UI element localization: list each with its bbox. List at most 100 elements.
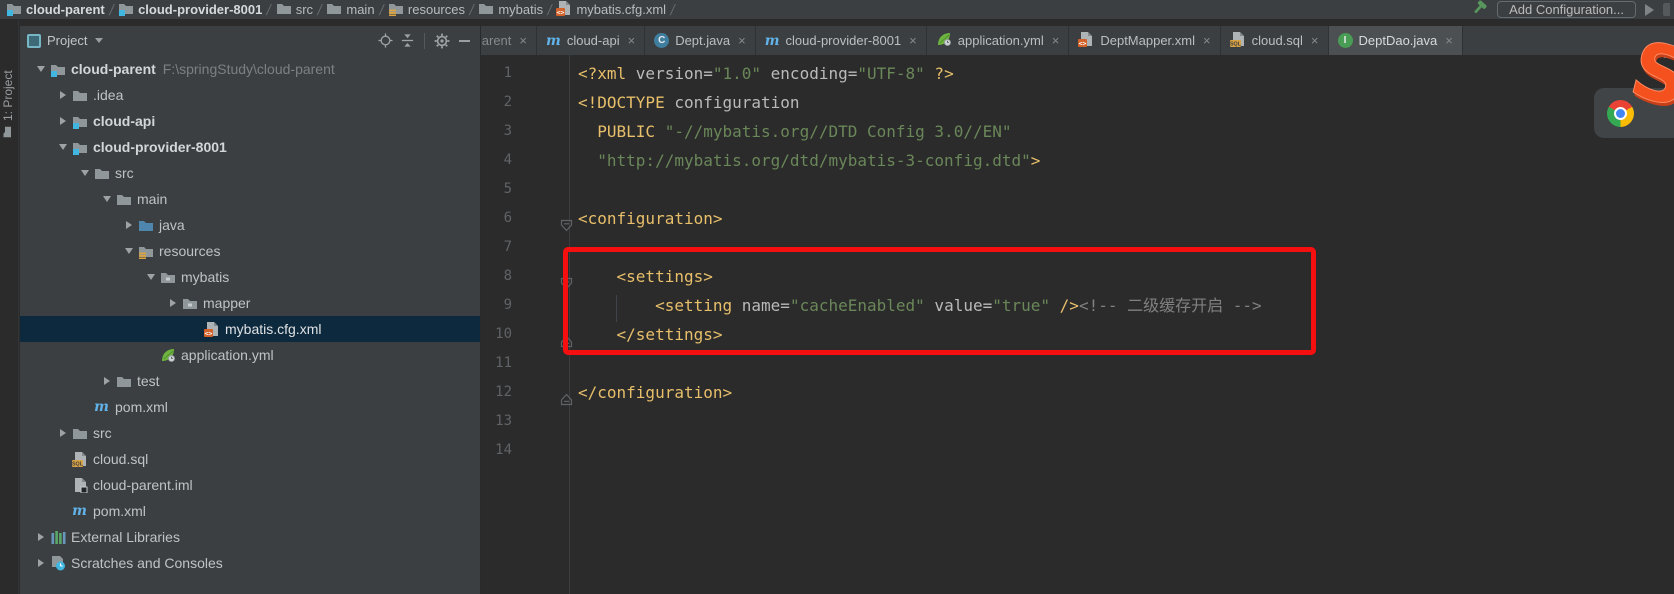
editor-tab-arent[interactable]: arent× (481, 26, 537, 55)
more-actions-icon[interactable] (1663, 3, 1670, 16)
tree-item-pom.xml[interactable]: mpom.xml (20, 394, 480, 420)
tree-item-resources[interactable]: resources (20, 238, 480, 264)
run-button[interactable] (1645, 4, 1654, 16)
expand-arrow-icon[interactable] (56, 117, 69, 125)
line-number: 9 (481, 291, 512, 320)
collapse-arrow-icon[interactable] (144, 274, 157, 280)
breadcrumb-item-mybatis[interactable]: mybatis (478, 1, 543, 18)
close-tab-icon[interactable]: × (1203, 33, 1211, 48)
tab-label: cloud-api (567, 33, 620, 48)
editor-tab-DeptMapper.xml[interactable]: <>DeptMapper.xml× (1069, 26, 1220, 55)
close-tab-icon[interactable]: × (909, 33, 917, 48)
tree-item-label: mapper (203, 295, 250, 311)
tree-item-cloud-provider-8001[interactable]: cloud-provider-8001 (20, 134, 480, 160)
expand-arrow-icon[interactable] (34, 559, 47, 567)
expand-arrow-icon[interactable] (56, 429, 69, 437)
svg-text:SQL: SQL (1230, 42, 1242, 47)
breadcrumb-item-resources[interactable]: resources (388, 1, 465, 19)
svg-text:SQL: SQL (72, 462, 84, 467)
code-line-2[interactable]: 2<!DOCTYPE configuration (481, 88, 1674, 117)
folder-icon (276, 1, 292, 18)
tree-item-application.yml[interactable]: application.yml (20, 342, 480, 368)
xml-file-icon: <> (556, 0, 572, 19)
settings-gear-icon[interactable] (434, 33, 450, 49)
breadcrumb-item-cloud-provider-8001[interactable]: cloud-provider-8001 (118, 1, 262, 19)
maven-icon: m (93, 400, 110, 414)
tree-item-cloud-api[interactable]: cloud-api (20, 108, 480, 134)
tree-item-label: cloud-provider-8001 (93, 139, 227, 155)
tree-item-Scratches and Consoles[interactable]: Scratches and Consoles (20, 550, 480, 576)
editor-tab-DeptDao.java[interactable]: IDeptDao.java× (1329, 26, 1463, 55)
editor-tab-cloud-api[interactable]: mcloud-api× (537, 26, 645, 55)
close-tab-icon[interactable]: × (628, 33, 636, 48)
tree-item-label: .idea (93, 87, 123, 103)
editor-tab-cloud.sql[interactable]: SQLcloud.sql× (1221, 26, 1329, 55)
editor-tab-cloud-provider-8001[interactable]: mcloud-provider-8001× (756, 26, 927, 55)
project-view-icon (27, 34, 41, 48)
close-tab-icon[interactable]: × (1311, 33, 1319, 48)
tree-item-mybatis.cfg.xml[interactable]: <>mybatis.cfg.xml (20, 316, 480, 342)
tree-item-cloud-parent[interactable]: cloud-parentF:\springStudy\cloud-parent (20, 56, 480, 82)
code-line-3[interactable]: 3 PUBLIC "-//mybatis.org//DTD Config 3.0… (481, 117, 1674, 146)
close-tab-icon[interactable]: × (519, 33, 527, 48)
line-number: 5 (481, 175, 512, 204)
tree-item-mybatis[interactable]: mybatis (20, 264, 480, 290)
tab-label: DeptDao.java (1359, 33, 1438, 48)
build-hammer-icon[interactable] (1471, 0, 1488, 21)
maven-icon: m (71, 504, 88, 518)
code-line-13[interactable]: 13 (481, 407, 1674, 436)
collapse-arrow-icon[interactable] (100, 196, 113, 202)
close-tab-icon[interactable]: × (1445, 33, 1453, 48)
code-token: "http://mybatis.org/dtd/mybatis-3-config… (597, 151, 1030, 170)
breadcrumb-item-cloud-parent[interactable]: cloud-parent (6, 1, 105, 19)
tree-item-main[interactable]: main (20, 186, 480, 212)
code-line-14[interactable]: 14 (481, 436, 1674, 465)
expand-arrow-icon[interactable] (34, 533, 47, 541)
code-line-5[interactable]: 5 (481, 175, 1674, 204)
code-line-1[interactable]: 1<?xml version="1.0" encoding="UTF-8" ?> (481, 59, 1674, 88)
tree-item-src[interactable]: src (20, 160, 480, 186)
code-line-6[interactable]: 6<configuration> (481, 204, 1674, 233)
collapse-arrow-icon[interactable] (34, 66, 47, 72)
folder-icon (326, 1, 342, 18)
folder-icon (115, 192, 132, 206)
tree-item-mapper[interactable]: mapper (20, 290, 480, 316)
breadcrumb-item-main[interactable]: main (326, 1, 374, 18)
expand-arrow-icon[interactable] (166, 299, 179, 307)
code-line-4[interactable]: 4 "http://mybatis.org/dtd/mybatis-3-conf… (481, 146, 1674, 175)
red-annotation-box (563, 247, 1316, 355)
tree-item-label: cloud-parent.iml (93, 477, 193, 493)
navbar-actions: Add Configuration... (1471, 0, 1670, 21)
collapse-arrow-icon[interactable] (122, 248, 135, 254)
breadcrumb-separator: / (265, 1, 273, 19)
expand-arrow-icon[interactable] (122, 221, 135, 229)
tree-item-External Libraries[interactable]: External Libraries (20, 524, 480, 550)
close-tab-icon[interactable]: × (1052, 33, 1060, 48)
locate-file-icon[interactable] (377, 33, 393, 49)
expand-arrow-icon[interactable] (100, 377, 113, 385)
tree-item-.idea[interactable]: .idea (20, 82, 480, 108)
add-configuration-button[interactable]: Add Configuration... (1497, 1, 1636, 18)
tree-item-cloud.sql[interactable]: SQLcloud.sql (20, 446, 480, 472)
project-stripe-button[interactable]: 1: Project (1, 70, 15, 138)
editor-tab-application.yml[interactable]: application.yml× (927, 26, 1070, 55)
editor-tab-Dept.java[interactable]: CDept.java× (645, 26, 756, 55)
code-line-12[interactable]: 12</configuration> (481, 378, 1674, 407)
tree-item-cloud-parent.iml[interactable]: cloud-parent.iml (20, 472, 480, 498)
hide-panel-icon[interactable] (456, 33, 472, 49)
chevron-down-icon[interactable] (95, 38, 103, 43)
tree-item-test[interactable]: test (20, 368, 480, 394)
breadcrumb-item-mybatis.cfg.xml[interactable]: <>mybatis.cfg.xml (556, 0, 666, 19)
tree-item-label: mybatis (181, 269, 229, 285)
tree-item-src[interactable]: src (20, 420, 480, 446)
tree-item-label: cloud-api (93, 113, 155, 129)
close-tab-icon[interactable]: × (738, 33, 746, 48)
collapse-arrow-icon[interactable] (56, 144, 69, 150)
breadcrumb-item-src[interactable]: src (276, 1, 313, 18)
collapse-all-icon[interactable] (399, 33, 415, 49)
tree-item-pom.xml[interactable]: mpom.xml (20, 498, 480, 524)
folder-icon (71, 88, 88, 102)
expand-arrow-icon[interactable] (56, 91, 69, 99)
tree-item-java[interactable]: java (20, 212, 480, 238)
collapse-arrow-icon[interactable] (78, 170, 91, 176)
